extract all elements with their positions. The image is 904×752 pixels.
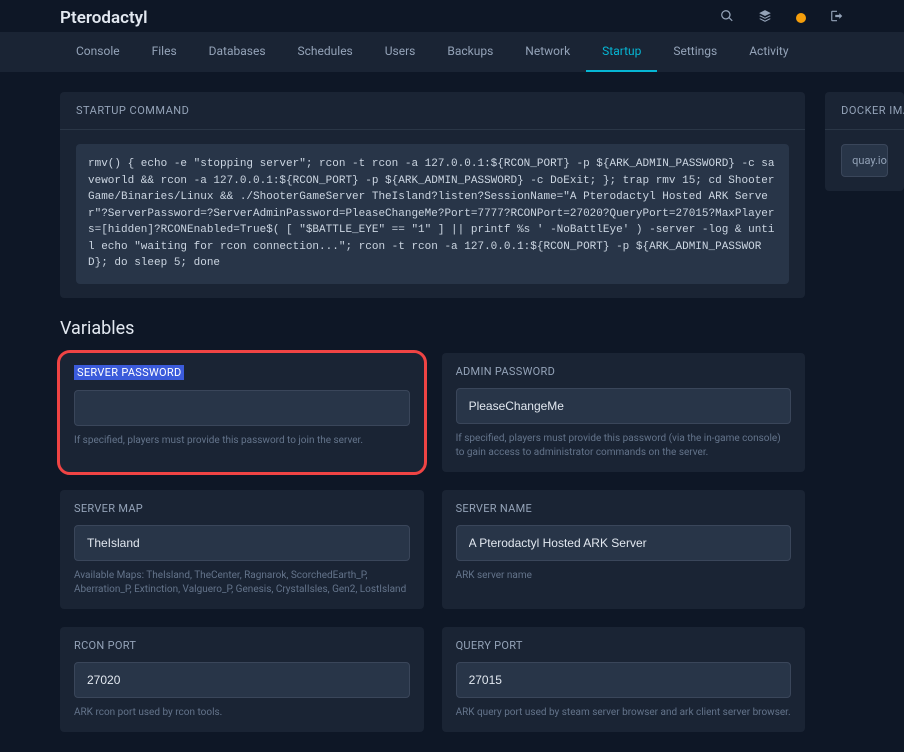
tab-files[interactable]: Files [136, 32, 193, 72]
layers-icon[interactable] [758, 9, 772, 27]
startup-command-title: STARTUP COMMAND [60, 92, 805, 130]
variable-card: RCON PORT ARK rcon port used by rcon tool… [60, 627, 424, 732]
tab-settings[interactable]: Settings [657, 32, 733, 72]
variable-label: SERVER MAP [74, 502, 410, 515]
tab-databases[interactable]: Databases [193, 32, 282, 72]
tab-backups[interactable]: Backups [431, 32, 509, 72]
variable-input[interactable] [456, 662, 792, 698]
docker-image-title: DOCKER IMAG [825, 92, 904, 130]
variable-help: ARK query port used by steam server brow… [456, 706, 792, 720]
variable-label: QUERY PORT [456, 639, 792, 652]
variable-label: RCON PORT [74, 639, 410, 652]
variable-help: If specified, players must provide this … [456, 432, 792, 460]
variable-card: ADMIN PASSWORD If specified, players must… [442, 353, 806, 472]
tab-activity[interactable]: Activity [733, 32, 804, 72]
variable-label: SERVER NAME [456, 502, 792, 515]
tab-schedules[interactable]: Schedules [282, 32, 369, 72]
variable-card: SERVER PASSWORD If specified, players mus… [60, 353, 424, 472]
logout-icon[interactable] [830, 9, 844, 27]
variable-help: If specified, players must provide this … [74, 434, 410, 448]
variable-input[interactable] [74, 525, 410, 561]
variable-card: SERVER NAME ARK server name [442, 490, 806, 609]
startup-command-text: rmv() { echo -e "stopping server"; rcon … [76, 144, 789, 284]
avatar[interactable] [796, 13, 806, 23]
tab-console[interactable]: Console [60, 32, 136, 72]
variables-heading: Variables [60, 318, 805, 339]
tab-network[interactable]: Network [509, 32, 586, 72]
variable-help: ARK rcon port used by rcon tools. [74, 706, 410, 720]
top-icons-group [720, 9, 844, 27]
variable-input[interactable] [74, 390, 410, 426]
variable-card: QUERY PORT ARK query port used by steam s… [442, 627, 806, 732]
variable-card: SERVER MAP Available Maps: TheIsland, The… [60, 490, 424, 609]
variable-help: ARK server name [456, 569, 792, 583]
variable-input[interactable] [74, 662, 410, 698]
variable-label: SERVER PASSWORD [74, 365, 184, 380]
variable-input[interactable] [456, 525, 792, 561]
tab-users[interactable]: Users [369, 32, 432, 72]
variable-help: Available Maps: TheIsland, TheCenter, Ra… [74, 569, 410, 597]
docker-image-panel: DOCKER IMAG quay.io/parke [825, 92, 904, 191]
variable-input[interactable] [456, 388, 792, 424]
topbar: Pterodactyl [0, 0, 904, 32]
variables-grid: SERVER PASSWORD If specified, players mus… [60, 353, 805, 732]
brand-title[interactable]: Pterodactyl [60, 8, 148, 28]
variable-label: ADMIN PASSWORD [456, 365, 792, 378]
search-icon[interactable] [720, 9, 734, 27]
server-tabs: ConsoleFilesDatabasesSchedulesUsersBacku… [0, 32, 904, 72]
tab-startup[interactable]: Startup [586, 32, 657, 72]
startup-command-panel: STARTUP COMMAND rmv() { echo -e "stoppin… [60, 92, 805, 298]
docker-image-select[interactable]: quay.io/parke [841, 144, 888, 177]
